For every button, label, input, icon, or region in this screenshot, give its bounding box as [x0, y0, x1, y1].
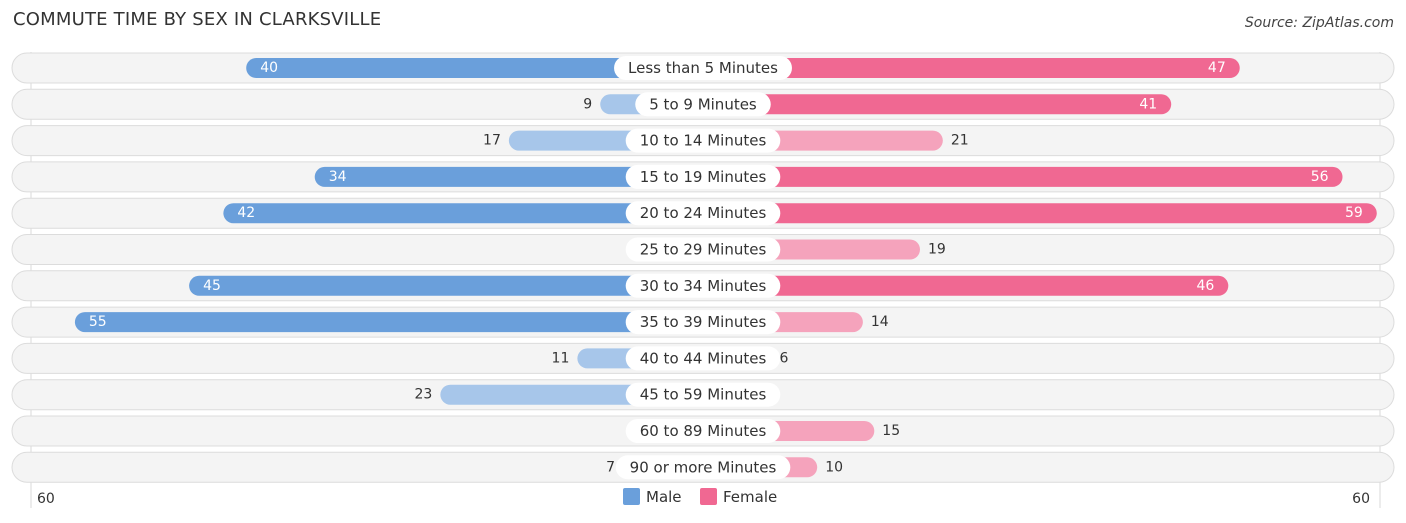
female-bar[interactable]: [693, 203, 1377, 224]
male-value-label: 34: [329, 169, 347, 185]
legend-male-swatch: [623, 488, 640, 505]
category-label: 5 to 9 Minutes: [649, 95, 757, 113]
female-value-label: 21: [951, 133, 969, 149]
female-value-label: 15: [882, 423, 900, 439]
male-bar[interactable]: [74, 312, 713, 333]
female-value-label: 59: [1345, 205, 1363, 221]
female-value-label: 47: [1208, 60, 1226, 76]
chart-area: 40 47 Less than 5 Minutes 9 41 5 to 9 Minutes…: [11, 52, 1395, 508]
axis-label-right: 60: [1352, 491, 1370, 507]
category-label: 60 to 89 Minutes: [640, 422, 767, 440]
male-value-label: 45: [203, 278, 221, 294]
category-label: 90 or more Minutes: [630, 458, 777, 476]
legend-female-swatch: [700, 488, 717, 505]
male-value-label: 55: [89, 314, 107, 330]
axis-label-left: 60: [37, 491, 55, 507]
male-value-label: 23: [415, 387, 433, 403]
category-label: 10 to 14 Minutes: [640, 132, 767, 150]
category-label: Less than 5 Minutes: [628, 59, 778, 77]
male-value-label: 11: [552, 350, 570, 366]
female-value-label: 10: [825, 459, 843, 475]
legend-female-label: Female: [723, 488, 777, 506]
female-value-label: 14: [871, 314, 889, 330]
male-value-label: 40: [260, 60, 278, 76]
female-value-label: 6: [780, 350, 789, 366]
male-value-label: 7: [606, 459, 615, 475]
female-value-label: 19: [928, 242, 946, 258]
male-value-label: 9: [583, 96, 592, 112]
category-label: 20 to 24 Minutes: [640, 204, 767, 222]
male-value-label: 17: [483, 133, 501, 149]
female-bar[interactable]: [693, 166, 1343, 187]
category-label: 25 to 29 Minutes: [640, 241, 767, 259]
category-label: 45 to 59 Minutes: [640, 386, 767, 404]
female-value-label: 56: [1311, 169, 1329, 185]
category-label: 40 to 44 Minutes: [640, 349, 767, 367]
category-label: 35 to 39 Minutes: [640, 313, 767, 331]
female-value-label: 46: [1196, 278, 1214, 294]
legend-male-label: Male: [646, 488, 682, 506]
category-label: 30 to 34 Minutes: [640, 277, 767, 295]
category-label: 15 to 19 Minutes: [640, 168, 767, 186]
female-value-label: 41: [1139, 96, 1157, 112]
male-value-label: 42: [237, 205, 255, 221]
